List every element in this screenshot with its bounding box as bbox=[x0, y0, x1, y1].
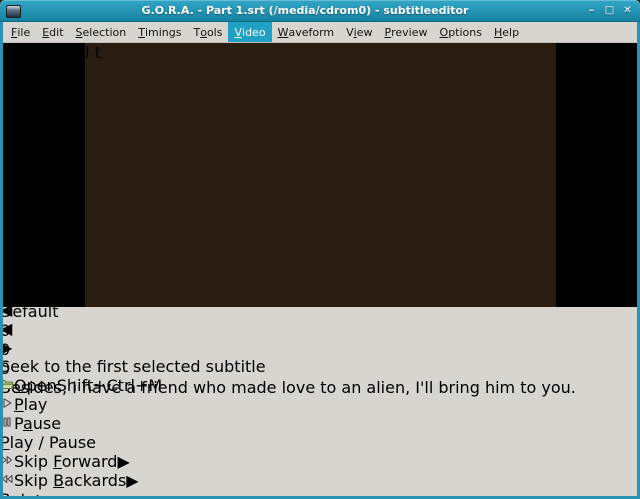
menu-item-shortcut: Shift+Ctrl+M bbox=[57, 376, 162, 395]
menubar-item-waveform[interactable]: Waveform bbox=[272, 22, 341, 42]
scroll-left-icon[interactable]: ◀ bbox=[0, 319, 640, 338]
window-title: G.O.R.A. - Part 1.srt (/media/cdrom0) - … bbox=[30, 4, 580, 17]
menubar-item-timings[interactable]: Timings bbox=[132, 22, 187, 42]
window-border-left bbox=[0, 22, 3, 499]
menu-item-label: Open bbox=[14, 376, 57, 395]
menu-item-label: Play / Pause bbox=[0, 433, 96, 452]
horizontal-scrollbar[interactable]: ◀ ◀ ▶ bbox=[0, 300, 640, 357]
menubar-item-selection[interactable]: Selection bbox=[70, 22, 133, 42]
subtitleeditor-window: G.O.R.A. - Part 1.srt (/media/cdrom0) - … bbox=[0, 0, 640, 499]
menu-item-label: Skip Backards bbox=[14, 471, 126, 490]
minimize-icon[interactable]: – bbox=[586, 3, 597, 17]
menubar-item-preview[interactable]: Preview bbox=[378, 22, 433, 42]
submenu-arrow-icon: ▶ bbox=[126, 471, 138, 490]
statusbar: Seek to the first selected subtitle bbox=[0, 357, 640, 376]
maximize-icon[interactable]: □ bbox=[604, 3, 615, 17]
menu-item-label: Skip Forward bbox=[14, 452, 117, 471]
menu-item-skip-forward[interactable]: Skip Forward▶ bbox=[0, 452, 640, 471]
titlebar[interactable]: G.O.R.A. - Part 1.srt (/media/cdrom0) - … bbox=[0, 0, 640, 22]
menu-item-label: Play bbox=[14, 395, 47, 414]
close-icon[interactable]: ✕ bbox=[622, 3, 633, 17]
menubar-item-tools[interactable]: Tools bbox=[187, 22, 228, 42]
menu-item-play-pause[interactable]: Play / Pause bbox=[0, 433, 640, 452]
app-icon bbox=[6, 5, 21, 18]
menubar-item-file[interactable]: File bbox=[5, 22, 36, 42]
menu-item-pause[interactable]: Pause bbox=[0, 414, 640, 433]
menubar-item-help[interactable]: Help bbox=[488, 22, 525, 42]
submenu-arrow-icon: ▶ bbox=[117, 452, 129, 471]
video-frame: I t bbox=[85, 43, 556, 307]
menubar: FileEditSelectionTimingsToolsVideoWavefo… bbox=[3, 22, 637, 43]
menu-item-label: Pause bbox=[14, 414, 61, 433]
menu-item-skip-backards[interactable]: Skip Backards▶ bbox=[0, 471, 640, 490]
menubar-item-video[interactable]: Video bbox=[228, 22, 271, 42]
status-text: Seek to the first selected subtitle bbox=[0, 357, 266, 376]
video-area: I t bbox=[3, 43, 637, 307]
menu-item-play[interactable]: Play bbox=[0, 395, 640, 414]
menubar-item-options[interactable]: Options bbox=[434, 22, 488, 42]
menubar-item-edit[interactable]: Edit bbox=[36, 22, 69, 42]
scroll-right-icon[interactable]: ▶ bbox=[0, 338, 640, 357]
menubar-item-view[interactable]: View bbox=[340, 22, 378, 42]
